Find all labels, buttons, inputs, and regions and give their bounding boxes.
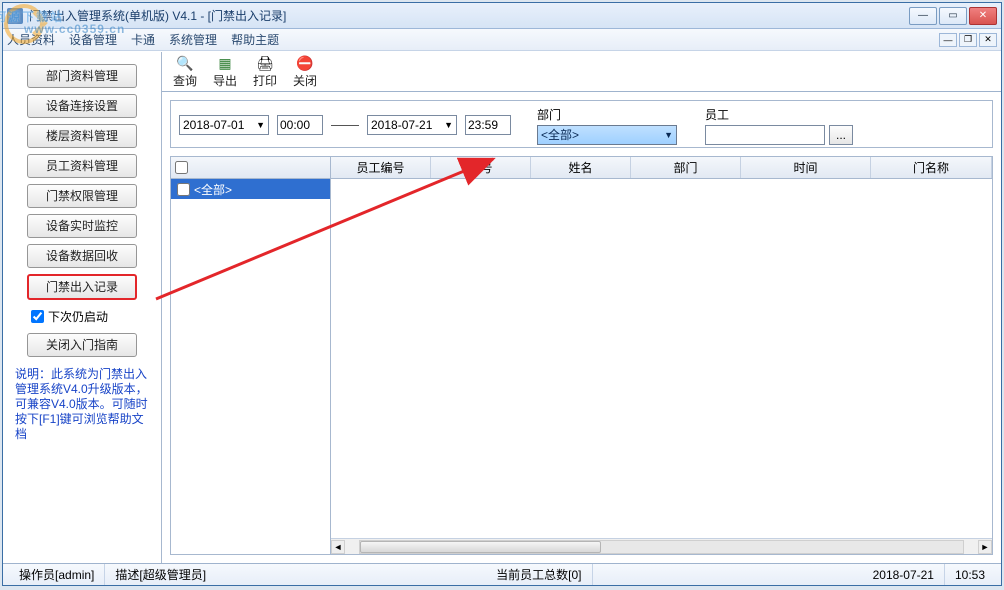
col-time[interactable]: 时间 [741, 157, 871, 178]
tree-checkall[interactable] [175, 161, 188, 174]
search-icon: 🔍 [176, 54, 194, 72]
toolbar-close[interactable]: ⛔ 关闭 [290, 54, 320, 89]
date-from-input[interactable]: 2018-07-01 ▼ [179, 115, 269, 135]
emp-label: 员工 [705, 106, 853, 123]
menu-card[interactable]: 卡通 [131, 31, 155, 48]
scroll-thumb[interactable] [360, 541, 601, 553]
sidebar-employee-mgmt[interactable]: 员工资料管理 [27, 154, 137, 178]
tree-root-row[interactable]: <全部> [171, 179, 330, 199]
grid-area: <全部> 员工编号 卡号 姓名 部门 时间 门名称 ◄ [170, 156, 993, 555]
sidebar-dept-mgmt[interactable]: 部门资料管理 [27, 64, 137, 88]
scroll-track[interactable] [359, 540, 964, 554]
emp-browse-button[interactable]: ... [829, 125, 853, 145]
date-to-input[interactable]: 2018-07-21 ▼ [367, 115, 457, 135]
status-desc: 描述[超级管理员] [105, 564, 216, 585]
toolbar-export-label: 导出 [213, 72, 237, 89]
time-to-input[interactable]: 23:59 [465, 115, 511, 135]
titlebar: 门禁出入管理系统(单机版) V4.1 - [门禁出入记录] — ▭ ✕ [3, 3, 1001, 29]
status-date: 2018-07-21 [863, 564, 945, 585]
sidebar-realtime-monitor[interactable]: 设备实时监控 [27, 214, 137, 238]
menu-system[interactable]: 系统管理 [169, 31, 217, 48]
maximize-button[interactable]: ▭ [939, 7, 967, 25]
toolbar-query[interactable]: 🔍 查询 [170, 54, 200, 89]
status-desc-value: [超级管理员] [139, 566, 206, 583]
menu-device[interactable]: 设备管理 [69, 31, 117, 48]
toolbar-export[interactable]: ▦ 导出 [210, 54, 240, 89]
filter-row: 2018-07-01 ▼ 00:00 2018-07-21 ▼ 23:59 部门… [170, 100, 993, 148]
autostart-checkbox[interactable] [31, 310, 44, 323]
dept-combo-value: <全部> [541, 126, 579, 143]
toolbar: 🔍 查询 ▦ 导出 🖨 打印 ⛔ 关闭 [162, 52, 1001, 92]
mdi-close[interactable]: ✕ [979, 33, 997, 47]
col-dept[interactable]: 部门 [631, 157, 741, 178]
tree-root-label: <全部> [194, 181, 232, 198]
status-operator-value: [admin] [55, 568, 94, 582]
chevron-down-icon: ▼ [444, 120, 453, 130]
time-from-value: 00:00 [280, 118, 310, 132]
dept-label: 部门 [537, 106, 677, 123]
tree-panel: <全部> [171, 157, 331, 554]
status-operator-label: 操作员 [19, 566, 55, 583]
col-cardno[interactable]: 卡号 [431, 157, 531, 178]
status-emp-count: 当前员工总数[0] [486, 564, 592, 585]
minimize-button[interactable]: — [909, 7, 937, 25]
date-to-value: 2018-07-21 [371, 118, 432, 132]
status-operator: 操作员[admin] [9, 564, 105, 585]
status-time: 10:53 [945, 564, 995, 585]
col-doorname[interactable]: 门名称 [871, 157, 992, 178]
status-desc-label: 描述 [115, 566, 139, 583]
sidebar-floor-mgmt[interactable]: 楼层资料管理 [27, 124, 137, 148]
date-from-value: 2018-07-01 [183, 118, 244, 132]
export-icon: ▦ [216, 54, 234, 72]
scroll-left-arrow[interactable]: ◄ [331, 540, 345, 554]
sidebar-device-conn[interactable]: 设备连接设置 [27, 94, 137, 118]
time-from-input[interactable]: 00:00 [277, 115, 323, 135]
h-scrollbar[interactable]: ◄ ► [331, 538, 992, 554]
col-empno[interactable]: 员工编号 [331, 157, 431, 178]
toolbar-print[interactable]: 🖨 打印 [250, 54, 280, 89]
chevron-down-icon: ▼ [256, 120, 265, 130]
sidebar-access-perm[interactable]: 门禁权限管理 [27, 184, 137, 208]
autostart-label: 下次仍启动 [48, 308, 108, 325]
toolbar-query-label: 查询 [173, 72, 197, 89]
sidebar-access-records[interactable]: 门禁出入记录 [27, 274, 137, 300]
menu-personnel[interactable]: 人员资料 [7, 31, 55, 48]
menubar: 人员资料 设备管理 卡通 系统管理 帮助主题 — ❐ ✕ [3, 29, 1001, 51]
window-title: 门禁出入管理系统(单机版) V4.1 - [门禁出入记录] [29, 7, 909, 24]
grid-body[interactable] [331, 179, 992, 538]
emp-input[interactable] [705, 125, 825, 145]
sidebar-help-text: 说明：此系统为门禁出入管理系统V4.0升级版本，可兼容V4.0版本。可随时按下[… [13, 363, 151, 446]
tree-root-checkbox[interactable] [177, 183, 190, 196]
sidebar-data-recovery[interactable]: 设备数据回收 [27, 244, 137, 268]
close-button[interactable]: ✕ [969, 7, 997, 25]
print-icon: 🖨 [256, 54, 274, 72]
app-window: 门禁出入管理系统(单机版) V4.1 - [门禁出入记录] — ▭ ✕ 人员资料… [2, 2, 1002, 586]
grid-header: 员工编号 卡号 姓名 部门 时间 门名称 [331, 157, 992, 179]
dept-combo[interactable]: <全部> ▼ [537, 125, 677, 145]
app-icon [7, 8, 23, 24]
tree-header [171, 157, 330, 179]
sidebar-close-guide[interactable]: 关闭入门指南 [27, 333, 137, 357]
statusbar: 操作员[admin] 描述[超级管理员] 当前员工总数[0] 2018-07-2… [3, 563, 1001, 585]
toolbar-print-label: 打印 [253, 72, 277, 89]
scroll-right-arrow[interactable]: ► [978, 540, 992, 554]
col-name[interactable]: 姓名 [531, 157, 631, 178]
main-panel: 🔍 查询 ▦ 导出 🖨 打印 ⛔ 关闭 2018-07-01 [162, 52, 1001, 563]
menu-help[interactable]: 帮助主题 [231, 31, 279, 48]
chevron-down-icon: ▼ [664, 130, 673, 140]
close-icon: ⛔ [296, 54, 314, 72]
mdi-restore[interactable]: ❐ [959, 33, 977, 47]
time-to-value: 23:59 [468, 118, 498, 132]
sidebar: 部门资料管理 设备连接设置 楼层资料管理 员工资料管理 门禁权限管理 设备实时监… [3, 52, 162, 563]
toolbar-close-label: 关闭 [293, 72, 317, 89]
mdi-minimize[interactable]: — [939, 33, 957, 47]
range-dash [331, 125, 359, 126]
